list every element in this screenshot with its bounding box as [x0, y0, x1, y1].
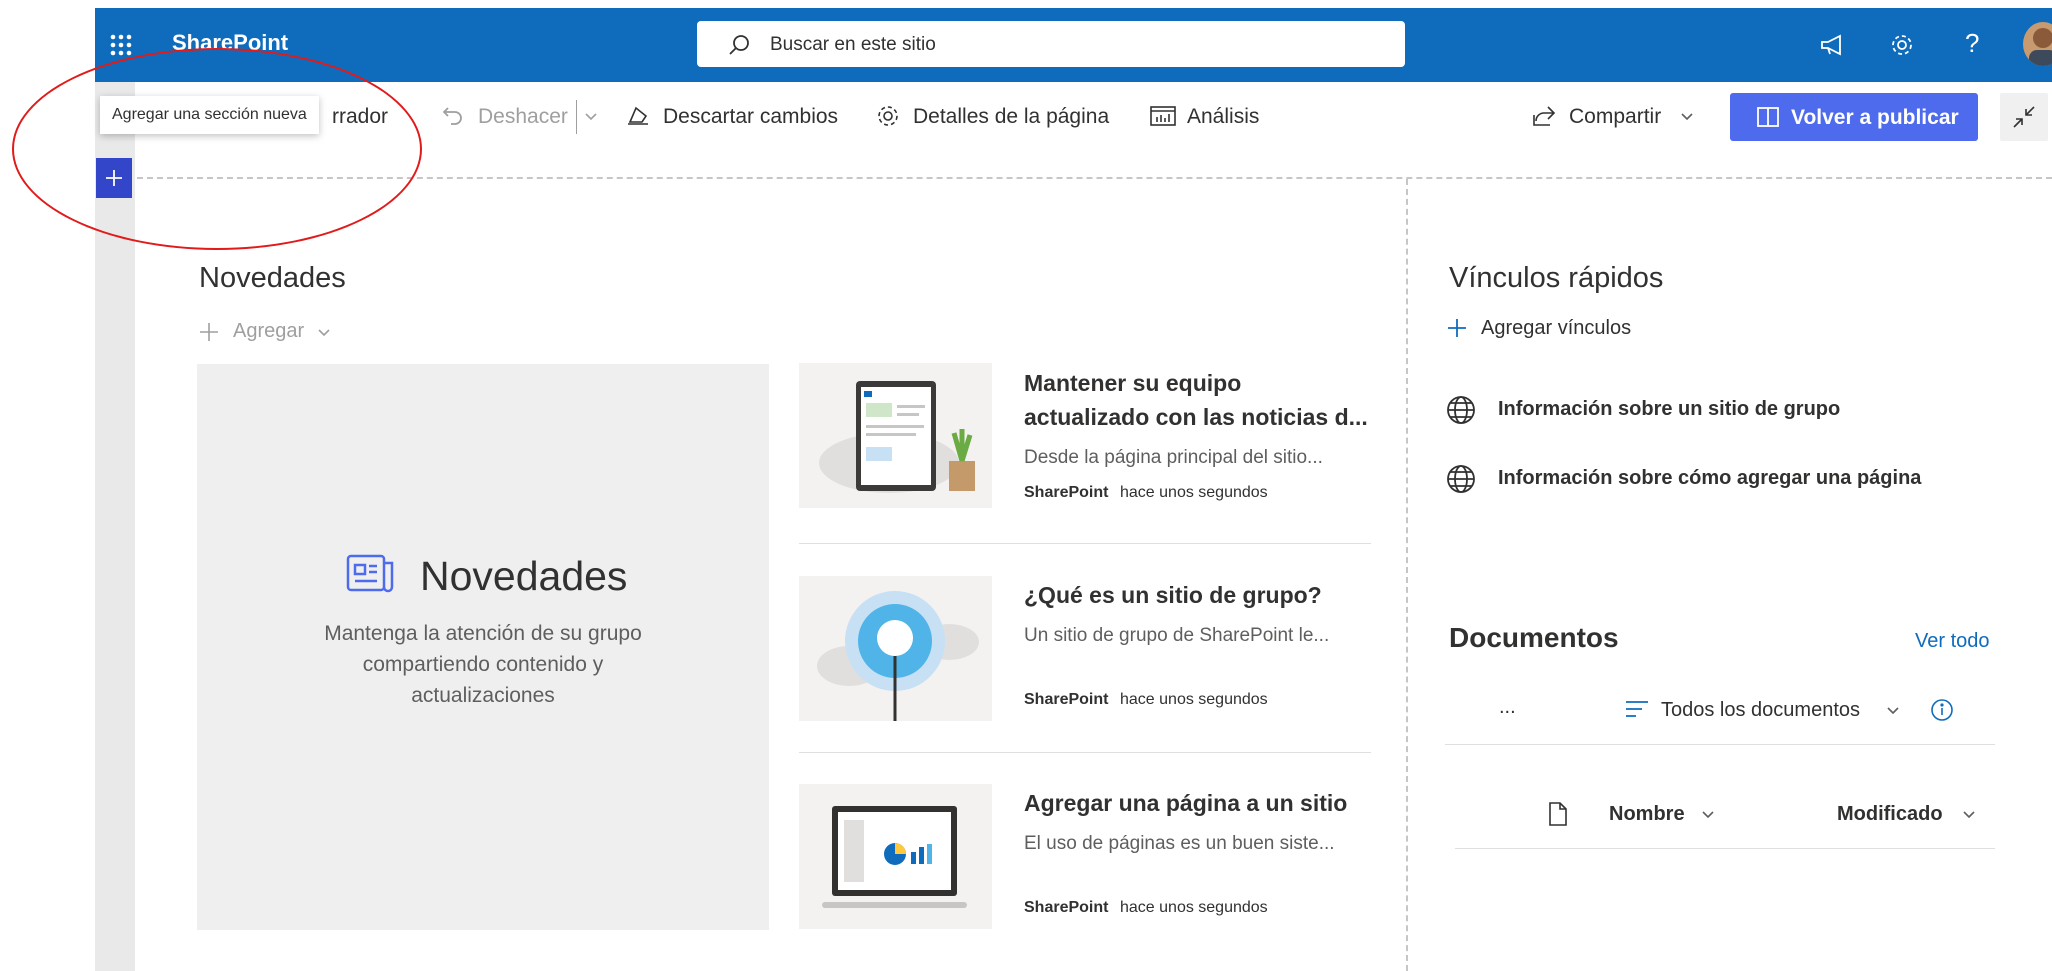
republish-label: Volver a publicar	[1791, 106, 1959, 129]
subtitle-line: compartiendo contenido y	[362, 653, 604, 676]
news-thumbnail[interactable]	[799, 576, 992, 721]
news-placeholder-title: Novedades	[420, 553, 628, 599]
add-news-button[interactable]: Agregar	[233, 320, 304, 343]
news-separator	[799, 752, 1371, 753]
news-item-title[interactable]: ¿Qué es un sitio de grupo?	[1024, 578, 1322, 612]
see-all-link[interactable]: Ver todo	[1915, 630, 1990, 653]
add-links-button[interactable]: Agregar vínculos	[1481, 317, 1631, 340]
info-icon[interactable]	[1930, 698, 1954, 722]
collapse-icon	[2012, 105, 2036, 129]
chevron-down-icon[interactable]	[317, 328, 331, 338]
book-icon	[1756, 106, 1780, 128]
discard-changes-button[interactable]: Descartar cambios	[663, 105, 838, 129]
news-thumbnail[interactable]	[799, 784, 992, 929]
quick-link[interactable]: Información sobre cómo agregar una págin…	[1498, 467, 1921, 490]
news-icon	[346, 553, 394, 593]
megaphone-icon[interactable]	[1820, 34, 1846, 56]
chevron-down-icon[interactable]	[1962, 810, 1976, 820]
news-item-author[interactable]: SharePoint	[1024, 691, 1108, 709]
chevron-down-icon[interactable]	[1680, 112, 1694, 122]
chevron-down-icon[interactable]	[1701, 810, 1715, 820]
title-line: actualizado con las noticias d...	[1024, 404, 1368, 430]
chevron-down-icon[interactable]	[1886, 706, 1900, 716]
view-list-icon	[1624, 698, 1650, 720]
news-item-author[interactable]: SharePoint	[1024, 899, 1108, 917]
news-heading: Novedades	[199, 262, 346, 294]
discard-icon	[626, 104, 650, 126]
documents-heading: Documentos	[1449, 622, 1619, 653]
news-placeholder-subtitle: Mantenga la atención de su grupo compart…	[197, 618, 769, 711]
chevron-down-icon[interactable]	[584, 112, 598, 122]
quick-link[interactable]: Información sobre un sitio de grupo	[1498, 398, 1840, 421]
subtitle-line: actualizaciones	[411, 684, 555, 707]
section-border	[137, 177, 2052, 179]
news-thumbnail[interactable]	[799, 363, 992, 508]
column-header-modified[interactable]: Modificado	[1837, 803, 1943, 826]
news-item-description: Un sitio de grupo de SharePoint le...	[1024, 625, 1330, 646]
globe-icon	[1446, 395, 1476, 425]
more-options-button[interactable]: ...	[1499, 696, 1516, 719]
analytics-button[interactable]: Análisis	[1187, 105, 1259, 129]
view-selector[interactable]: Todos los documentos	[1661, 699, 1860, 722]
gear-icon[interactable]	[1890, 33, 1914, 57]
undo-divider	[576, 100, 577, 134]
analytics-icon	[1150, 106, 1176, 126]
subtitle-line: Mantenga la atención de su grupo	[324, 622, 642, 645]
search-input[interactable]: Buscar en este sitio	[770, 34, 936, 56]
plus-icon	[199, 322, 219, 342]
column-header-name[interactable]: Nombre	[1609, 803, 1685, 826]
undo-icon	[442, 104, 464, 126]
news-item-title[interactable]: Mantener su equipo actualizado con las n…	[1024, 366, 1368, 434]
news-item-description: Desde la página principal del sitio...	[1024, 447, 1323, 468]
news-item-time: hace unos segundos	[1120, 691, 1268, 708]
search-icon	[728, 34, 750, 56]
app-launcher-icon[interactable]	[110, 34, 132, 56]
help-icon[interactable]: ?	[1965, 28, 1979, 59]
title-line: Agregar una página a un sitio	[1024, 790, 1348, 816]
page-details-button[interactable]: Detalles de la página	[913, 105, 1109, 129]
title-line: Mantener su equipo	[1024, 370, 1242, 396]
title-line: ¿Qué es un sitio de grupo?	[1024, 582, 1322, 608]
news-separator	[799, 543, 1371, 544]
plus-icon	[1447, 318, 1467, 338]
file-icon	[1548, 802, 1568, 826]
column-divider	[1406, 179, 1408, 971]
undo-button[interactable]: Deshacer	[478, 105, 568, 129]
news-item-time: hace unos segundos	[1120, 899, 1268, 916]
news-item-author[interactable]: SharePoint	[1024, 484, 1108, 502]
quick-links-heading: Vínculos rápidos	[1449, 262, 1664, 294]
share-button[interactable]: Compartir	[1569, 105, 1661, 129]
share-icon	[1532, 105, 1556, 127]
news-item-title[interactable]: Agregar una página a un sitio	[1024, 786, 1347, 820]
globe-icon	[1446, 464, 1476, 494]
news-item-time: hace unos segundos	[1120, 484, 1268, 501]
documents-header-separator	[1455, 848, 1995, 849]
news-item-description: El uso de páginas es un buen siste...	[1024, 833, 1335, 854]
annotation-ellipse	[12, 48, 422, 250]
documents-separator	[1445, 744, 1995, 745]
gear-icon	[876, 104, 900, 128]
